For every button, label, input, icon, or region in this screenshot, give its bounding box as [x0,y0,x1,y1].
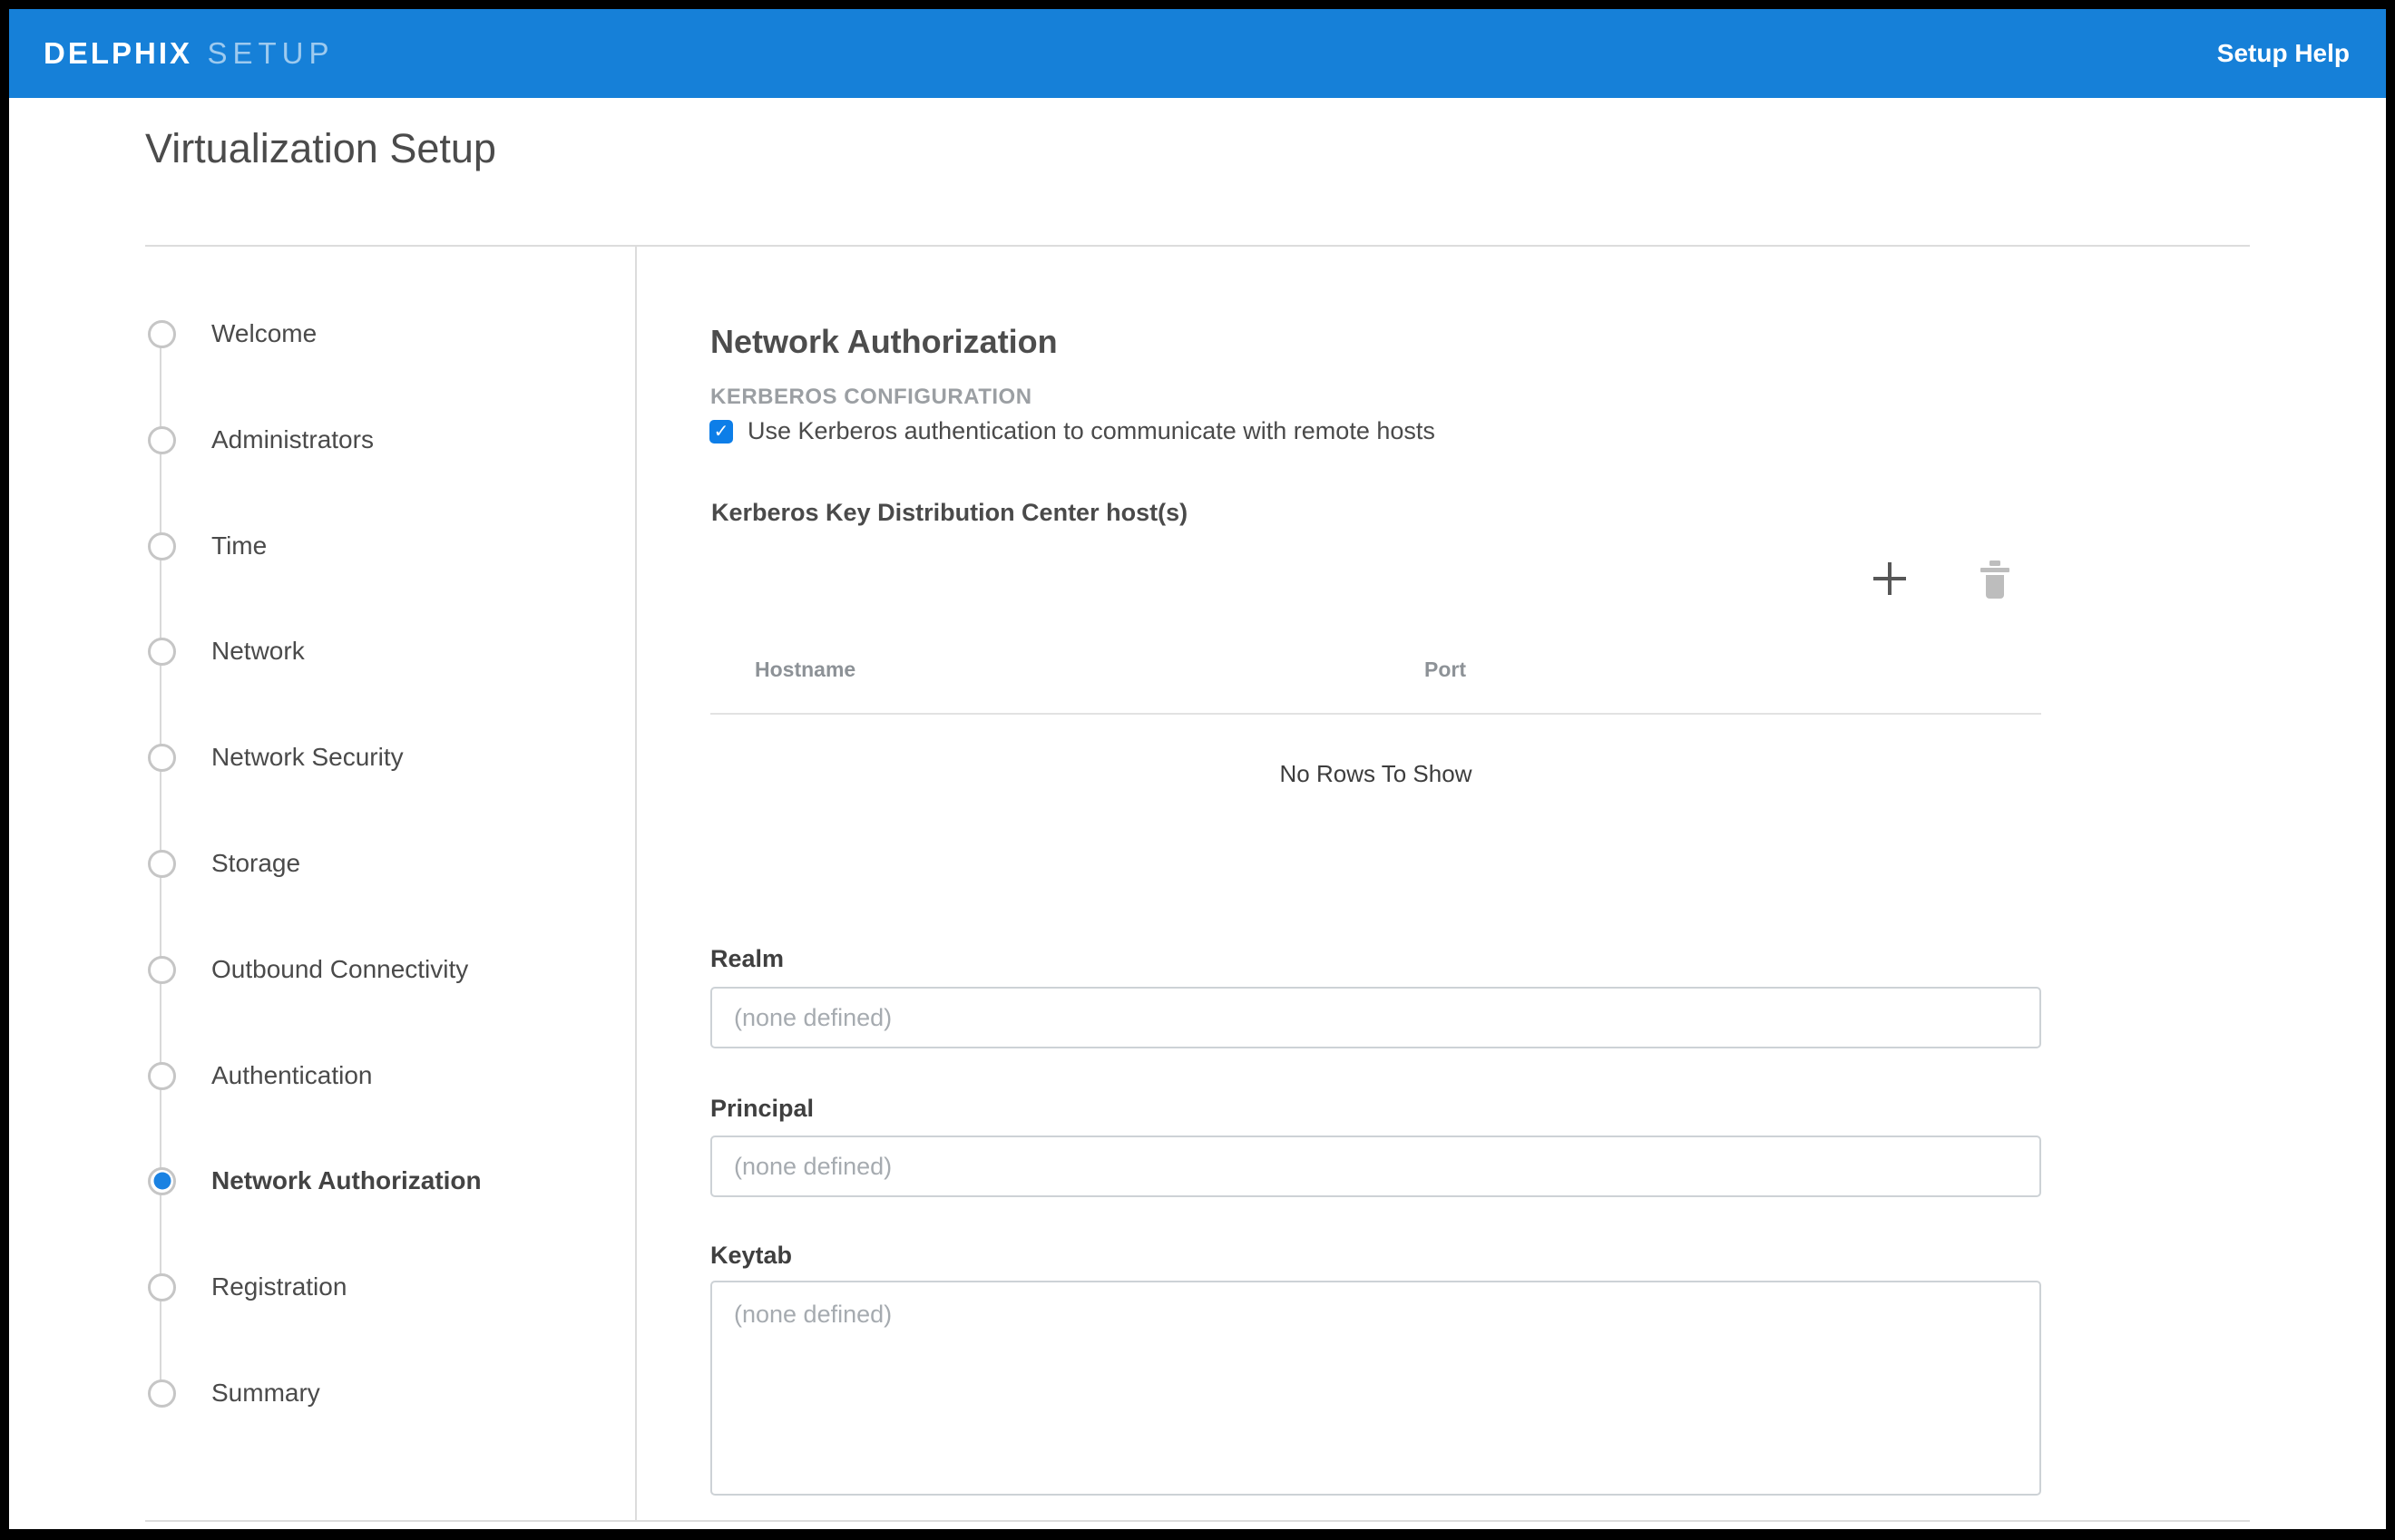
sidebar-item-label: Network Security [211,743,404,772]
principal-input[interactable] [710,1136,2041,1197]
sidebar-item-summary[interactable]: Summary [148,1375,320,1411]
content-heading: Network Authorization [710,323,1058,361]
use-kerberos-checkbox-label: Use Kerberos authentication to communica… [748,417,1435,445]
delete-kdc-host-button[interactable] [1977,560,2013,599]
radio-selected-icon [148,1167,176,1195]
sidebar-item-label: Administrators [211,425,374,454]
kdc-empty-message: No Rows To Show [710,760,2041,788]
sidebar-item-label: Registration [211,1272,347,1301]
keytab-label: Keytab [710,1242,792,1270]
sidebar-item-label: Storage [211,849,300,878]
radio-icon [148,1379,176,1408]
sidebar-item-label: Outbound Connectivity [211,955,468,984]
kdc-hosts-label: Kerberos Key Distribution Center host(s) [711,499,1188,527]
sidebar-item-network-authorization[interactable]: Network Authorization [148,1163,482,1199]
setup-steps-sidebar: Welcome Administrators Time Network Network … [9,9,635,1529]
add-kdc-host-button[interactable] [1869,558,1911,599]
radio-icon [148,850,176,878]
sidebar-item-administrators[interactable]: Administrators [148,422,374,458]
trash-icon [1977,560,2013,599]
sidebar-item-network[interactable]: Network [148,633,305,669]
kdc-column-port: Port [1424,658,1466,682]
setup-app-window: DELPHIX SETUP Setup Help Virtualization … [9,9,2386,1529]
sidebar-item-label: Summary [211,1379,320,1408]
sidebar-item-network-security[interactable]: Network Security [148,739,404,775]
radio-icon [148,426,176,454]
sidebar-item-storage[interactable]: Storage [148,845,300,882]
kerberos-section-label: KERBEROS CONFIGURATION [710,385,1032,410]
sidebar-item-label: Authentication [211,1061,372,1090]
radio-icon [148,320,176,348]
sidebar-item-label: Time [211,531,267,560]
sidebar-item-registration[interactable]: Registration [148,1269,347,1305]
kdc-column-hostname: Hostname [755,658,855,682]
screenshot-frame: DELPHIX SETUP Setup Help Virtualization … [0,0,2395,1540]
use-kerberos-checkbox[interactable]: ✓ [709,420,733,443]
active-step-dot [153,1173,171,1190]
principal-label: Principal [710,1095,814,1123]
sidebar-item-label: Network [211,637,305,666]
radio-icon [148,1273,176,1301]
radio-icon [148,956,176,984]
radio-icon [148,744,176,772]
realm-input[interactable] [710,987,2041,1048]
sidebar-item-welcome[interactable]: Welcome [148,316,317,352]
radio-icon [148,1062,176,1090]
sidebar-item-label: Network Authorization [211,1166,482,1195]
kdc-table-header-divider [710,713,2041,715]
checkmark-icon: ✓ [714,423,729,441]
kerberos-checkbox-row: ✓ Use Kerberos authentication to communi… [709,417,1435,445]
radio-icon [148,638,176,666]
radio-icon [148,532,176,560]
sidebar-item-outbound-connectivity[interactable]: Outbound Connectivity [148,951,468,988]
realm-label: Realm [710,945,784,973]
plus-icon [1869,558,1911,599]
sidebar-content-divider [635,247,637,1520]
sidebar-item-label: Welcome [211,319,317,348]
setup-help-link[interactable]: Setup Help [2217,39,2350,68]
sidebar-item-authentication[interactable]: Authentication [148,1058,372,1094]
keytab-textarea[interactable] [710,1281,2041,1496]
sidebar-item-time[interactable]: Time [148,528,267,564]
